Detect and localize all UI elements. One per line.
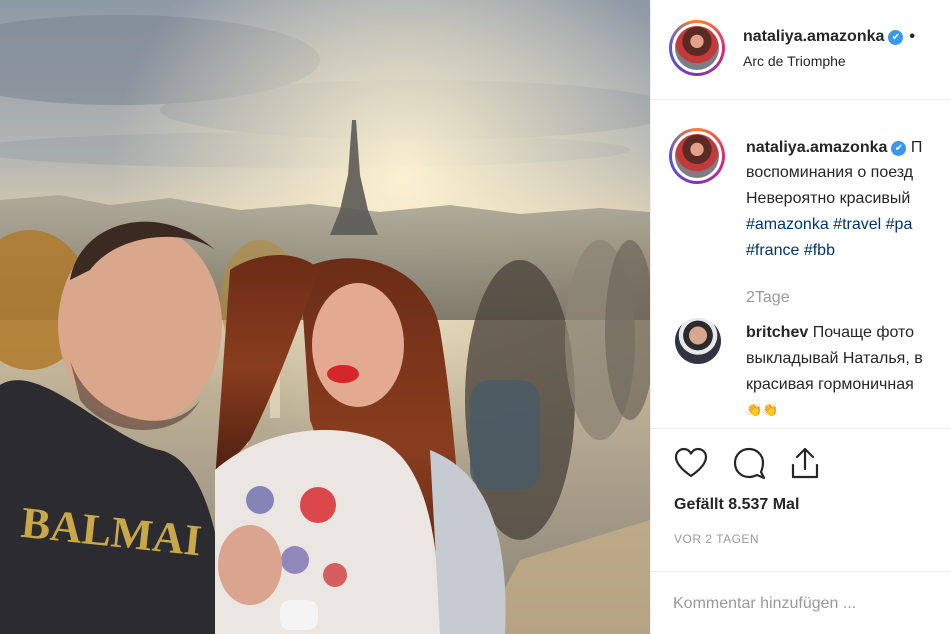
caption-timestamp[interactable]: 2Tage <box>746 285 790 310</box>
caption-hashtags-2: #france #fbb <box>746 238 835 263</box>
comment-emoji: 👏👏 <box>746 402 779 417</box>
post-photo[interactable]: BALMAI <box>0 0 650 634</box>
comment-line-3: красивая гормоничная <box>746 376 914 393</box>
hashtag-link[interactable]: #amazonka <box>746 216 829 233</box>
hashtag-link[interactable]: #pa <box>886 216 913 233</box>
comment-text: Почаще фото <box>812 324 915 341</box>
post-age[interactable]: VOR 2 TAGEN <box>674 532 759 546</box>
photo-illustration: BALMAI <box>0 0 650 634</box>
comment-input[interactable] <box>673 592 943 616</box>
post-side-panel: nataliya.amazonka ✔ • Arc de Triomphe nata… <box>650 0 951 634</box>
heart-icon[interactable] <box>673 445 709 481</box>
hashtag-link[interactable]: #travel <box>833 216 881 233</box>
caption-text: П <box>910 139 923 156</box>
caption-line-1: nataliya.amazonka ✔ П <box>746 135 922 160</box>
separator-dot: • <box>909 28 916 45</box>
author-avatar[interactable] <box>669 20 725 76</box>
post-header: nataliya.amazonka ✔ • Arc de Triomphe <box>651 0 951 100</box>
commenter-username-link[interactable]: britchev <box>746 324 808 341</box>
share-icon[interactable] <box>787 445 823 481</box>
caption-line-3: Невероятно красивый <box>746 190 911 207</box>
author-username-link[interactable]: nataliya.amazonka <box>743 28 884 45</box>
author-line: nataliya.amazonka ✔ • <box>743 28 915 46</box>
likes-count[interactable]: Gefällt 8.537 Mal <box>674 496 799 514</box>
speech-bubble-icon[interactable] <box>731 445 767 481</box>
caption-username-link[interactable]: nataliya.amazonka <box>746 139 887 156</box>
comment-line-1: britchev Почаще фото <box>746 320 914 345</box>
hashtag-link[interactable]: #fbb <box>804 242 835 259</box>
post-actions: Gefällt 8.537 Mal VOR 2 TAGEN <box>651 428 951 634</box>
location-link[interactable]: Arc de Triomphe <box>743 53 846 69</box>
caption-avatar[interactable] <box>669 128 725 184</box>
commenter-avatar[interactable] <box>675 318 721 364</box>
comment-line-2: выкладывай Наталья, в <box>746 350 923 367</box>
verified-badge-icon: ✔ <box>888 30 904 45</box>
verified-badge-icon: ✔ <box>891 141 907 156</box>
caption-hashtags-1: #amazonka #travel #pa <box>746 212 912 237</box>
hashtag-link[interactable]: #france <box>746 242 799 259</box>
comment-form <box>651 571 951 634</box>
caption-line-2: воспоминания о поезд <box>746 164 914 181</box>
